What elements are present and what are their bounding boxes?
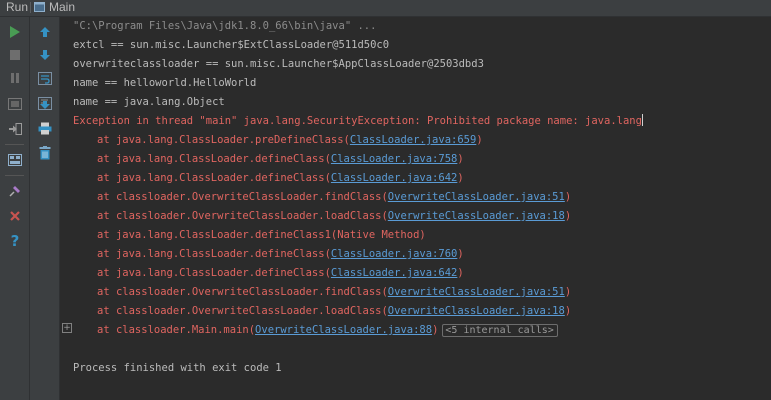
source-link[interactable]: ClassLoader.java:659 — [350, 134, 476, 146]
console-output-line: name == helloworld.HelloWorld — [73, 77, 257, 89]
print-button[interactable] — [35, 118, 55, 138]
frame-method: at java.lang.ClassLoader.defineClass( — [97, 172, 331, 184]
source-link[interactable]: OverwriteClassLoader.java:51 — [388, 191, 565, 203]
frame-method: at java.lang.ClassLoader.defineClass( — [97, 153, 331, 165]
up-stack-trace-button[interactable] — [35, 22, 55, 42]
run-toolbar-left: ? — [0, 17, 30, 400]
tab-main[interactable]: Main — [49, 0, 75, 14]
toolbar-separator — [5, 144, 24, 145]
down-stack-trace-button[interactable] — [35, 45, 55, 65]
expand-folded-frames-toggle[interactable]: + — [62, 323, 72, 333]
frame-method: at classloader.Main.main( — [97, 324, 256, 336]
stack-frame: at java.lang.ClassLoader.preDefineClass(… — [73, 131, 483, 150]
console-output[interactable]: "C:\Program Files\Java\jdk1.8.0_66\bin\j… — [60, 17, 771, 400]
scroll-to-end-button[interactable] — [35, 93, 55, 113]
frame-method: at classloader.OverwriteClassLoader.find… — [97, 286, 388, 298]
help-button[interactable]: ? — [5, 231, 25, 251]
layout-button[interactable] — [5, 150, 25, 170]
soft-wrap-button[interactable] — [35, 68, 55, 88]
frame-method: at java.lang.ClassLoader.defineClass( — [97, 248, 331, 260]
frame-method: at java.lang.ClassLoader.defineClass1(Na… — [97, 229, 426, 241]
run-toolbar-right — [30, 17, 60, 400]
dump-threads-icon — [8, 98, 22, 110]
source-link[interactable]: OverwriteClassLoader.java:18 — [388, 305, 565, 317]
frame-end: ) — [564, 305, 572, 317]
clear-all-icon — [39, 146, 51, 160]
title-separator — [30, 2, 31, 13]
run-title: Run — [6, 0, 29, 14]
stack-frame: at classloader.OverwriteClassLoader.load… — [73, 302, 571, 321]
stack-frame: at classloader.OverwriteClassLoader.find… — [73, 283, 571, 302]
exception-message: Exception in thread "main" java.lang.Sec… — [73, 112, 643, 131]
toolbar-separator — [5, 175, 24, 176]
text-cursor — [641, 114, 643, 126]
exception-text: Exception in thread "main" java.lang.Sec… — [73, 115, 642, 127]
internal-calls-fold[interactable]: <5 internal calls> — [442, 324, 558, 337]
close-icon — [10, 211, 20, 221]
source-link[interactable]: OverwriteClassLoader.java:18 — [388, 210, 565, 222]
stack-frame: at java.lang.ClassLoader.defineClass1(Na… — [73, 226, 426, 245]
frame-end: ) — [432, 324, 439, 336]
source-link[interactable]: ClassLoader.java:760 — [331, 248, 457, 260]
frame-end: ) — [457, 172, 464, 184]
stack-frame: at classloader.Main.main(OverwriteClassL… — [73, 321, 558, 340]
console-command-line: "C:\Program Files\Java\jdk1.8.0_66\bin\j… — [73, 20, 377, 32]
console-output-line: name == java.lang.Object — [73, 96, 225, 108]
stack-frame: at java.lang.ClassLoader.defineClass(Cla… — [73, 245, 464, 264]
source-link[interactable]: OverwriteClassLoader.java:51 — [388, 286, 565, 298]
stack-frame: at java.lang.ClassLoader.defineClass(Cla… — [73, 169, 464, 188]
help-icon: ? — [10, 232, 20, 250]
frame-end: ) — [476, 134, 483, 146]
pin-icon — [9, 186, 20, 197]
scroll-down-icon — [40, 50, 50, 60]
frame-end: ) — [564, 191, 572, 203]
frame-method: at classloader.OverwriteClassLoader.load… — [97, 210, 388, 222]
exit-button[interactable] — [5, 119, 25, 139]
stack-frame: at java.lang.ClassLoader.defineClass(Cla… — [73, 150, 464, 169]
source-link[interactable]: ClassLoader.java:642 — [331, 267, 457, 279]
console-output-line: overwriteclassloader == sun.misc.Launche… — [73, 58, 484, 70]
stack-frame: at classloader.OverwriteClassLoader.load… — [73, 207, 571, 226]
run-tool-window-header: Run Main — [0, 0, 771, 17]
frame-method: at java.lang.ClassLoader.preDefineClass( — [97, 134, 350, 146]
stack-frame: at java.lang.ClassLoader.defineClass(Cla… — [73, 264, 464, 283]
stop-button[interactable] — [5, 45, 25, 65]
stop-icon — [10, 50, 20, 60]
scroll-up-icon — [40, 27, 50, 37]
stack-frame: at classloader.OverwriteClassLoader.find… — [73, 188, 571, 207]
frame-method: at java.lang.ClassLoader.defineClass( — [97, 267, 331, 279]
source-link[interactable]: ClassLoader.java:758 — [331, 153, 457, 165]
clear-all-button[interactable] — [35, 143, 55, 163]
frame-method: at classloader.OverwriteClassLoader.find… — [97, 191, 388, 203]
pause-icon — [11, 73, 19, 83]
rerun-button[interactable] — [5, 22, 25, 42]
close-button[interactable] — [5, 206, 25, 226]
frame-method: at classloader.OverwriteClassLoader.load… — [97, 305, 388, 317]
pause-button[interactable] — [5, 68, 25, 88]
soft-wrap-icon — [38, 71, 52, 85]
dump-threads-button[interactable] — [5, 94, 25, 114]
application-icon — [34, 2, 45, 12]
frame-end: ) — [457, 267, 464, 279]
layout-icon — [8, 154, 22, 166]
source-link[interactable]: OverwriteClassLoader.java:88 — [255, 324, 432, 336]
scroll-to-end-icon — [38, 96, 52, 110]
frame-end: ) — [564, 210, 572, 222]
console-output-line: extcl == sun.misc.Launcher$ExtClassLoade… — [73, 39, 390, 51]
process-finished-message: Process finished with exit code 1 — [73, 362, 282, 374]
frame-end: ) — [564, 286, 572, 298]
frame-end: ) — [457, 153, 464, 165]
source-link[interactable]: ClassLoader.java:642 — [331, 172, 457, 184]
pin-tab-button[interactable] — [5, 181, 25, 201]
exit-icon — [9, 123, 22, 135]
print-icon — [38, 122, 52, 134]
rerun-icon — [10, 26, 20, 38]
frame-end: ) — [457, 248, 464, 260]
